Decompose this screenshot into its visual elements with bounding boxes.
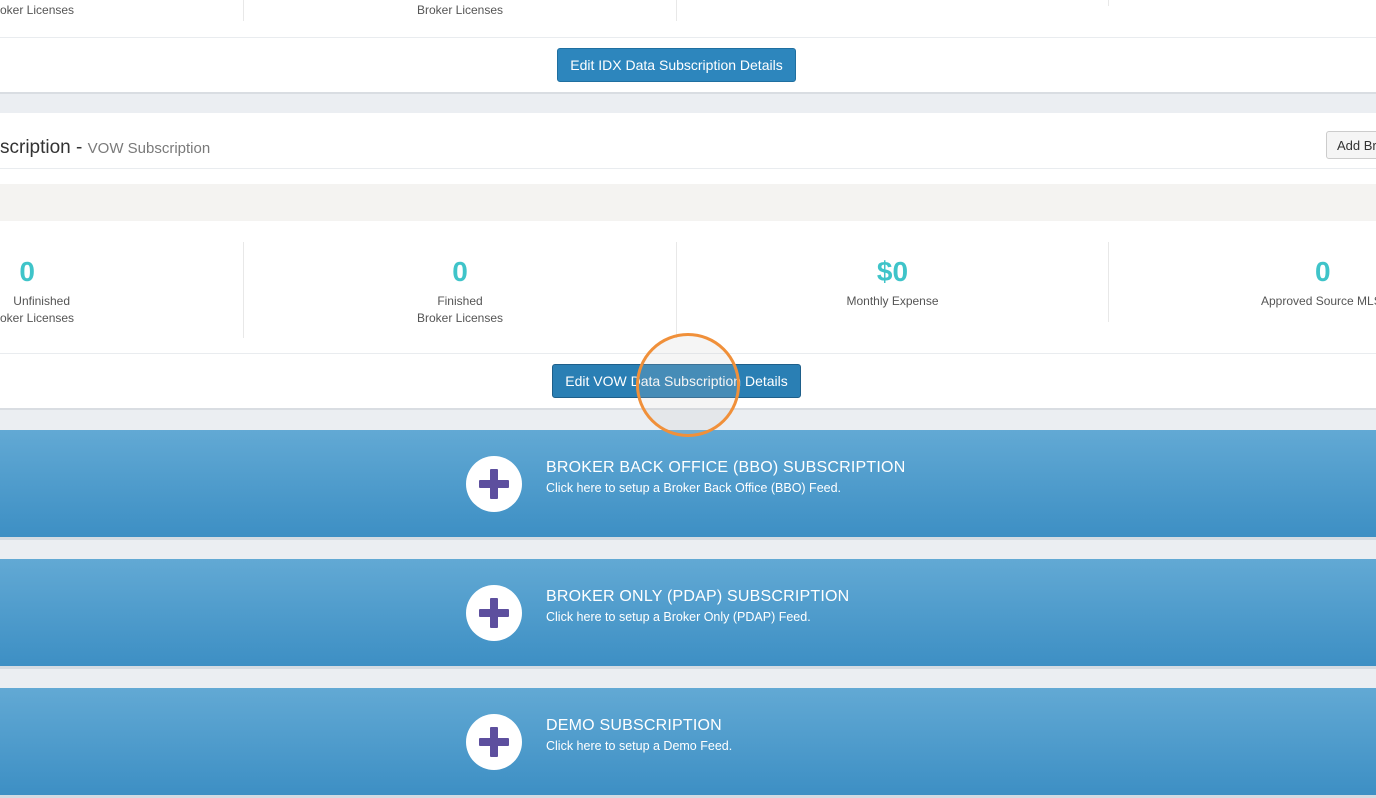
stat-approved-source-mls: 0 Approved Source MLS [1109, 255, 1376, 355]
panel-subtitle: VOW Subscription [87, 140, 211, 157]
panel-title-text: scription - [0, 137, 88, 158]
stat-label: Monthly Expense [846, 294, 939, 308]
divider [0, 37, 1376, 38]
feed-description: Click here to setup a Broker Back Office… [546, 481, 842, 495]
feed-description: Click here to setup a Demo Feed. [546, 739, 733, 753]
edit-idx-subscription-button[interactable]: Edit IDX Data Subscription Details [557, 48, 796, 82]
stat-label: oker Licenses [0, 311, 75, 325]
stat-label: Finished [437, 294, 483, 308]
plus-icon [466, 585, 522, 641]
divider [0, 353, 1376, 354]
feed-bbo-subscription[interactable]: BROKER BACK OFFICE (BBO) SUBSCRIPTION Cl… [0, 430, 1376, 540]
stat-label: Broker Licenses [416, 311, 504, 325]
stat-label: Approved Source MLS [1261, 294, 1376, 308]
idx-stat-unfinished: oker Licenses [0, 2, 75, 102]
idx-subscription-panel: oker Licenses Broker Licenses Edit IDX D… [0, 0, 1376, 94]
plus-icon [466, 456, 522, 512]
stat-label: oker Licenses [0, 3, 75, 17]
feed-demo-subscription[interactable]: DEMO SUBSCRIPTION Click here to setup a … [0, 688, 1376, 798]
feed-pdap-subscription[interactable]: BROKER ONLY (PDAP) SUBSCRIPTION Click he… [0, 559, 1376, 669]
stat-finished: 0 Finished Broker Licenses [244, 255, 676, 355]
stat-value: 0 [19, 256, 35, 287]
stat-value: $0 [876, 256, 909, 287]
stat-value: 0 [1315, 256, 1331, 287]
stat-label: Unfinished [13, 294, 70, 308]
feed-title: BROKER ONLY (PDAP) SUBSCRIPTION [546, 588, 850, 605]
divider [0, 168, 1376, 169]
stat-unfinished: 0 Unfinished oker Licenses [0, 255, 75, 355]
plus-icon [466, 714, 522, 770]
feed-title: DEMO SUBSCRIPTION [546, 717, 722, 734]
stat-label: Broker Licenses [416, 3, 504, 17]
divider [676, 0, 677, 21]
add-broker-button[interactable]: Add Br [1326, 131, 1376, 159]
panel-band [0, 184, 1376, 221]
feed-title: BROKER BACK OFFICE (BBO) SUBSCRIPTION [546, 459, 906, 476]
feed-description: Click here to setup a Broker Only (PDAP)… [546, 610, 811, 624]
stat-monthly-expense: $0 Monthly Expense [677, 255, 1108, 355]
vow-subscription-panel: scription - VOW Subscription Add Br 0 Un… [0, 113, 1376, 410]
divider [1108, 0, 1109, 6]
stat-value: 0 [452, 256, 468, 287]
edit-vow-subscription-button[interactable]: Edit VOW Data Subscription Details [552, 364, 801, 398]
panel-title: scription - VOW Subscription [0, 137, 210, 159]
